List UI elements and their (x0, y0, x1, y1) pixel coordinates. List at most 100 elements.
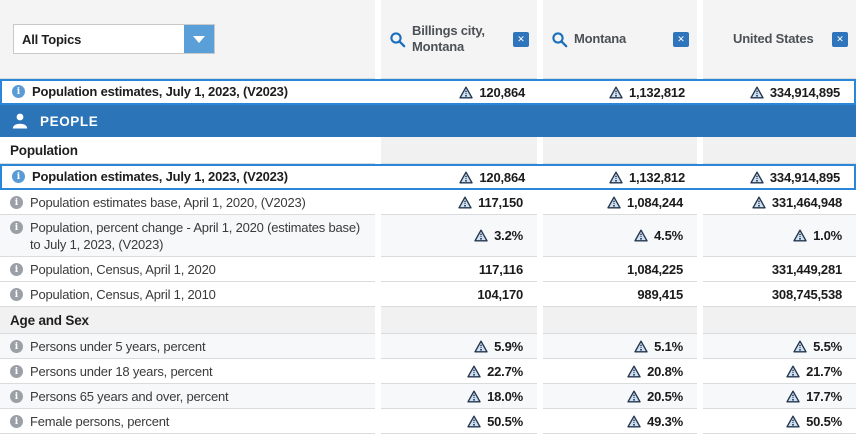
value-cell: 18.0% (381, 384, 537, 409)
topics-dropdown-value: All Topics (14, 32, 184, 47)
info-icon[interactable] (10, 415, 23, 428)
warning-flag-icon[interactable] (609, 171, 623, 184)
warning-flag-icon[interactable] (459, 86, 473, 99)
topic-filter-cell: All Topics (0, 0, 375, 79)
section-title-cell: Age and Sex (0, 307, 375, 334)
section-header-row: Population (0, 137, 856, 164)
warning-flag-icon[interactable] (609, 86, 623, 99)
table-row: Population estimates base, April 1, 2020… (0, 190, 856, 215)
value-cell: 334,914,895 (705, 81, 854, 103)
warning-flag-icon[interactable] (793, 340, 807, 353)
info-icon[interactable] (10, 263, 23, 276)
cell-value: 20.5% (647, 389, 683, 404)
cell-value: 117,150 (478, 195, 523, 210)
info-icon[interactable] (10, 365, 23, 378)
warning-flag-icon[interactable] (474, 229, 488, 242)
table-row: Population, Census, April 1, 2010 104,17… (0, 282, 856, 307)
cell-value: 334,914,895 (770, 85, 840, 100)
search-icon[interactable] (389, 31, 406, 48)
info-icon[interactable] (10, 340, 23, 353)
value-cell: 5.9% (381, 334, 537, 359)
warning-flag-icon[interactable] (467, 415, 481, 428)
chevron-down-icon[interactable] (184, 25, 214, 53)
info-icon[interactable] (10, 288, 23, 301)
search-icon[interactable] (551, 31, 568, 48)
warning-flag-icon[interactable] (458, 196, 472, 209)
value-cell: 5.1% (543, 334, 697, 359)
topics-dropdown[interactable]: All Topics (13, 24, 215, 54)
value-cell: 120,864 (383, 81, 539, 103)
row-label-cell: Population estimates base, April 1, 2020… (0, 190, 375, 215)
cell-value: 17.7% (806, 389, 842, 404)
column-title: Billings city, Montana (412, 23, 513, 56)
column-title: Montana (574, 31, 673, 47)
section-title: Age and Sex (0, 313, 89, 328)
cell-value: 1,084,225 (627, 262, 683, 277)
warning-flag-icon[interactable] (634, 340, 648, 353)
warning-flag-icon[interactable] (786, 415, 800, 428)
value-cell: 1,084,244 (543, 190, 697, 215)
cell-value: 21.7% (806, 364, 842, 379)
value-cell: 1,132,812 (545, 166, 699, 188)
warning-flag-icon[interactable] (627, 390, 641, 403)
table-header-row: All Topics Billings city, Montana Montan… (0, 0, 856, 79)
row-label: Population estimates, July 1, 2023, (V20… (32, 84, 288, 101)
warning-flag-icon[interactable] (467, 390, 481, 403)
cell-value: 20.8% (647, 364, 683, 379)
row-label-cell: Persons under 5 years, percent (0, 334, 375, 359)
cell-value: 49.3% (647, 414, 683, 429)
warning-flag-icon[interactable] (750, 86, 764, 99)
cell-value: 1,084,244 (627, 195, 683, 210)
cell-value: 5.1% (654, 339, 683, 354)
value-cell: 308,745,538 (703, 282, 856, 307)
warning-flag-icon[interactable] (474, 340, 488, 353)
person-icon (11, 112, 29, 130)
info-icon[interactable] (10, 196, 23, 209)
value-cell: 104,170 (381, 282, 537, 307)
value-cell: 49.3% (543, 409, 697, 434)
column-title: United States (711, 31, 832, 47)
band-title: PEOPLE (40, 114, 98, 129)
cell-value: 334,914,895 (770, 170, 840, 185)
table-row: Population, percent change - April 1, 20… (0, 215, 856, 257)
row-label: Female persons, percent (30, 414, 169, 431)
close-column-icon[interactable] (513, 32, 529, 47)
warning-flag-icon[interactable] (607, 196, 621, 209)
row-label-cell: Population, percent change - April 1, 20… (0, 215, 375, 257)
row-label: Persons 65 years and over, percent (30, 389, 228, 406)
warning-flag-icon[interactable] (459, 171, 473, 184)
row-label-cell: Female persons, percent (0, 409, 375, 434)
cell-value: 5.5% (813, 339, 842, 354)
close-column-icon[interactable] (673, 32, 689, 47)
warning-flag-icon[interactable] (750, 171, 764, 184)
cell-value: 4.5% (654, 228, 683, 243)
cell-value: 50.5% (806, 414, 842, 429)
warning-flag-icon[interactable] (467, 365, 481, 378)
value-cell: 117,150 (381, 190, 537, 215)
warning-flag-icon[interactable] (793, 229, 807, 242)
info-icon[interactable] (12, 170, 25, 183)
info-icon[interactable] (10, 221, 23, 234)
table-row: Persons under 5 years, percent 5.9% 5.1%… (0, 334, 856, 359)
close-column-icon[interactable] (832, 32, 848, 47)
warning-flag-icon[interactable] (627, 415, 641, 428)
row-label-cell: Population estimates, July 1, 2023, (V20… (2, 81, 377, 103)
warning-flag-icon[interactable] (634, 229, 648, 242)
row-label: Population, Census, April 1, 2010 (30, 287, 216, 304)
cell-value: 1.0% (813, 228, 842, 243)
cell-value: 989,415 (637, 287, 683, 302)
warning-flag-icon[interactable] (627, 365, 641, 378)
info-icon[interactable] (10, 390, 23, 403)
row-label: Population estimates, July 1, 2023, (V20… (32, 169, 288, 186)
warning-flag-icon[interactable] (786, 390, 800, 403)
row-label-cell: Persons under 18 years, percent (0, 359, 375, 384)
row-label: Persons under 5 years, percent (30, 339, 205, 356)
value-cell: 331,464,948 (703, 190, 856, 215)
cell-value: 120,864 (479, 85, 525, 100)
cell-value: 22.7% (487, 364, 523, 379)
value-cell: 120,864 (383, 166, 539, 188)
section-header-row: Age and Sex (0, 307, 856, 334)
warning-flag-icon[interactable] (786, 365, 800, 378)
info-icon[interactable] (12, 85, 25, 98)
warning-flag-icon[interactable] (752, 196, 766, 209)
